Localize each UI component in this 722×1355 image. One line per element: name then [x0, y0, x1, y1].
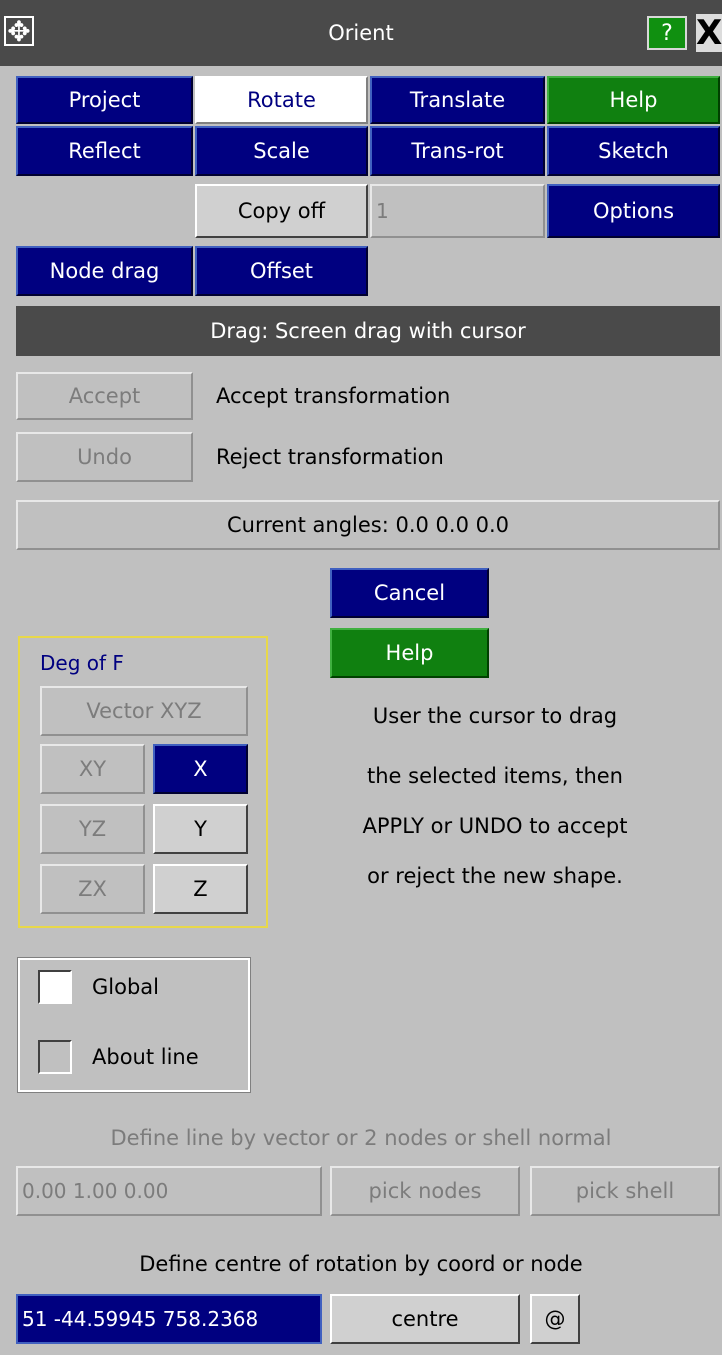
copy-count-field[interactable]: 1	[370, 184, 545, 238]
instruction-line-4: or reject the new shape.	[367, 864, 623, 888]
line-vector-value: 0.00 1.00 0.00	[22, 1179, 169, 1203]
drag-mode-bar[interactable]: Drag: Screen drag with cursor	[16, 306, 720, 356]
current-angles-display: Current angles: 0.0 0.0 0.0	[16, 500, 720, 550]
centre-button[interactable]: centre	[330, 1294, 520, 1344]
tab-scale[interactable]: Scale	[195, 126, 368, 176]
tab-translate[interactable]: Translate	[370, 76, 545, 124]
dof-z[interactable]: Z	[153, 864, 248, 914]
undo-label: Reject transformation	[216, 445, 444, 469]
global-label: Global	[92, 975, 159, 999]
dof-y[interactable]: Y	[153, 804, 248, 854]
about-line-radio[interactable]	[38, 1040, 72, 1074]
dof-vector-xyz[interactable]: Vector XYZ	[40, 686, 248, 736]
instruction-line-3: APPLY or UNDO to accept	[362, 814, 628, 838]
offset-button[interactable]: Offset	[195, 246, 368, 296]
pick-shell-button[interactable]: pick shell	[530, 1166, 720, 1216]
pick-nodes-button[interactable]: pick nodes	[330, 1166, 520, 1216]
tab-project[interactable]: Project	[16, 76, 193, 124]
at-node-button[interactable]: @	[530, 1294, 580, 1344]
window-title: Orient	[328, 21, 394, 45]
dof-xy[interactable]: XY	[40, 744, 145, 794]
title-help-button[interactable]: ?	[647, 16, 687, 50]
copy-count-value: 1	[376, 199, 389, 223]
dof-x[interactable]: X	[153, 744, 248, 794]
title-bar: Orient	[0, 0, 722, 66]
global-radio[interactable]	[38, 970, 72, 1004]
centre-coord-input[interactable]: 51 -44.59945 758.2368	[16, 1294, 322, 1344]
about-line-label: About line	[92, 1045, 199, 1069]
cancel-button[interactable]: Cancel	[330, 568, 489, 618]
copy-off-button[interactable]: Copy off	[195, 184, 368, 238]
line-vector-input[interactable]: 0.00 1.00 0.00	[16, 1166, 322, 1216]
undo-button[interactable]: Undo	[16, 432, 193, 482]
current-angles-text: Current angles: 0.0 0.0 0.0	[226, 513, 510, 537]
define-line-label: Define line by vector or 2 nodes or shel…	[110, 1126, 612, 1150]
instruction-line-1: User the cursor to drag	[372, 704, 618, 728]
dof-title: Deg of F	[40, 651, 124, 675]
move-icon[interactable]: ✥	[4, 16, 34, 46]
tab-reflect[interactable]: Reflect	[16, 126, 193, 176]
accept-label: Accept transformation	[216, 384, 451, 408]
tab-trans-rot[interactable]: Trans-rot	[370, 126, 545, 176]
options-button[interactable]: Options	[547, 184, 720, 238]
define-centre-label: Define centre of rotation by coord or no…	[139, 1252, 583, 1276]
tab-sketch[interactable]: Sketch	[547, 126, 720, 176]
close-icon[interactable]: X	[696, 14, 722, 52]
node-drag-button[interactable]: Node drag	[16, 246, 193, 296]
help-button-top[interactable]: Help	[547, 76, 720, 124]
help-button[interactable]: Help	[330, 628, 489, 678]
accept-button[interactable]: Accept	[16, 372, 193, 420]
dof-zx[interactable]: ZX	[40, 864, 145, 914]
centre-coord-value: 51 -44.59945 758.2368	[22, 1307, 259, 1331]
dof-yz[interactable]: YZ	[40, 804, 145, 854]
tab-rotate[interactable]: Rotate	[195, 76, 368, 124]
instruction-line-2: the selected items, then	[367, 764, 623, 788]
